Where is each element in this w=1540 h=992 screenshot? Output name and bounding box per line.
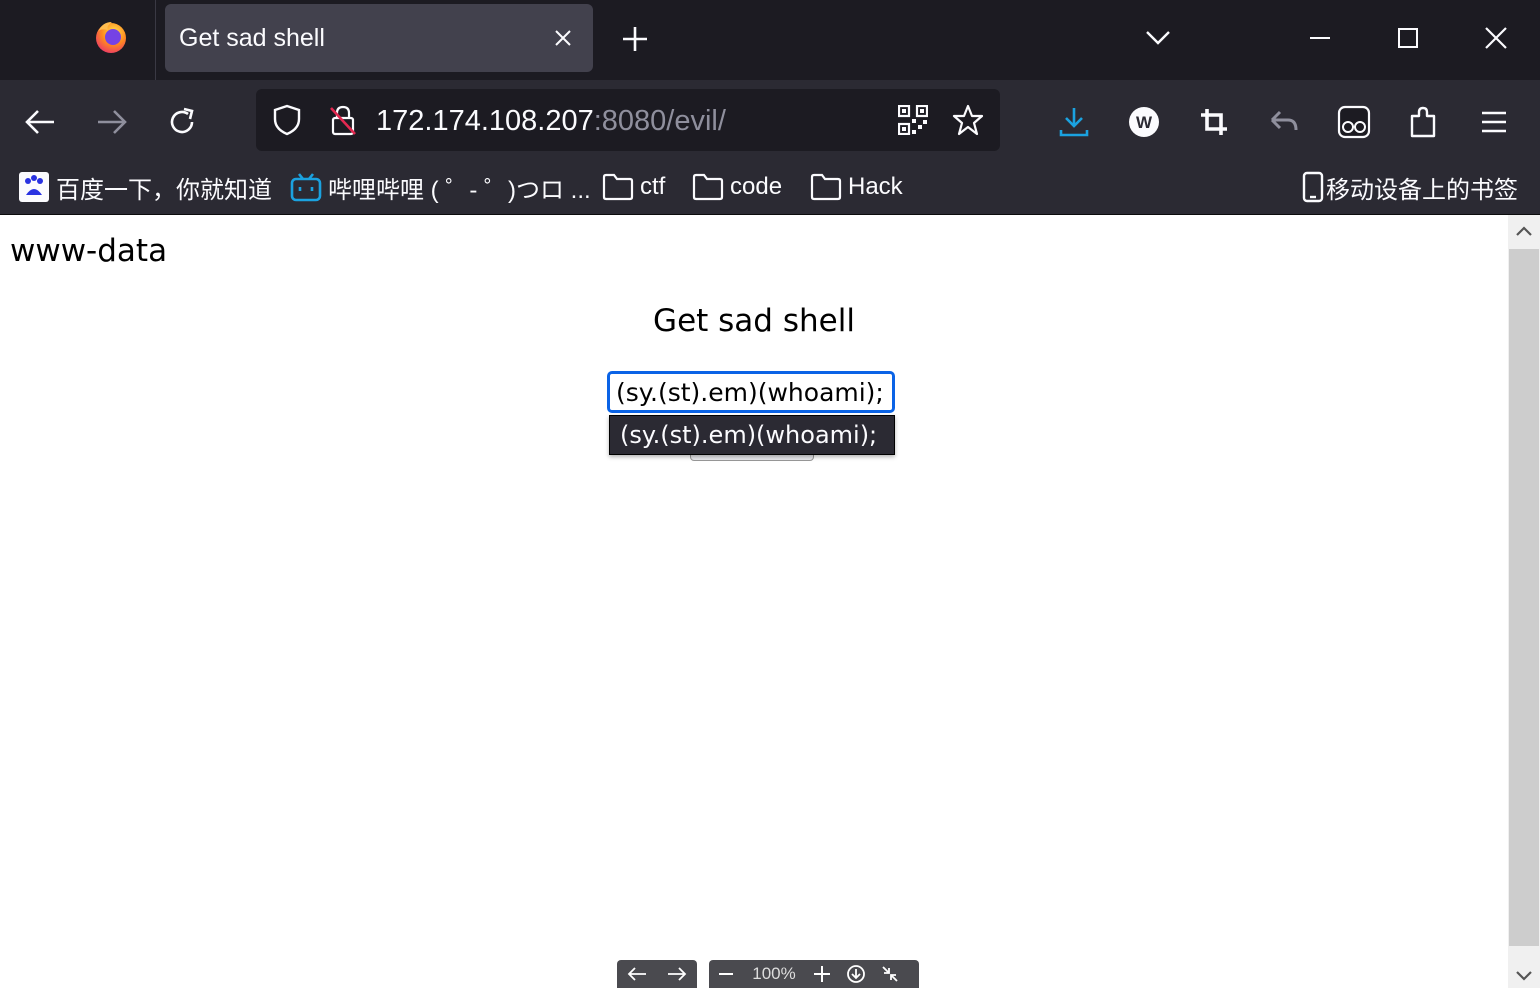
command-output: www-data	[10, 233, 168, 269]
bookmark-label: 哔哩哔哩 ( ゜- ゜)つロ ...	[328, 176, 591, 204]
folder-icon	[602, 173, 634, 201]
bookmark-folder-code[interactable]: code	[692, 170, 782, 204]
qr-code-icon[interactable]	[896, 103, 930, 137]
bookmark-label: ctf	[640, 173, 666, 200]
tab-separator	[155, 0, 156, 80]
right-arrow-icon[interactable]	[657, 960, 697, 988]
back-arrow-icon[interactable]	[20, 102, 60, 142]
extensions-puzzle-icon[interactable]	[1404, 102, 1444, 142]
autocomplete-dropdown[interactable]: (sy.(st).em)(whoami);	[609, 415, 895, 455]
crop-screenshot-icon[interactable]	[1194, 102, 1234, 142]
bookmark-label: Hack	[848, 173, 903, 200]
bookmark-mobile[interactable]: 移动设备上的书签	[1302, 170, 1518, 204]
svg-text:W: W	[1136, 113, 1153, 132]
tab-active[interactable]: Get sad shell	[165, 4, 593, 72]
zoom-toolbar: 100%	[709, 960, 919, 988]
scroll-up-arrow-icon[interactable]	[1508, 215, 1540, 247]
window-close-icon[interactable]	[1478, 20, 1514, 56]
bookmark-label: 百度一下，你就知道	[56, 176, 272, 204]
window-minimize-icon[interactable]	[1302, 20, 1338, 56]
zoom-in-plus-icon[interactable]	[805, 960, 839, 988]
tracking-protection-shield-icon[interactable]	[270, 103, 304, 137]
folder-icon	[810, 173, 842, 201]
bookmark-bilibili[interactable]: 哔哩哔哩 ( ゜- ゜)つロ ...	[290, 170, 591, 204]
zoom-out-minus-icon[interactable]	[709, 960, 743, 988]
reload-icon[interactable]	[162, 102, 202, 142]
page-heading: Get sad shell	[653, 303, 855, 339]
mobile-device-icon	[1302, 171, 1324, 203]
bookmarks-toolbar: 百度一下，你就知道 哔哩哔哩 ( ゜- ゜)つロ ... ctf code Ha…	[0, 162, 1540, 215]
command-input[interactable]	[607, 371, 895, 413]
url-text[interactable]: 172.174.108.207:8080/evil/	[376, 105, 726, 138]
page-nav-toolbar	[617, 960, 697, 988]
firefox-logo-icon[interactable]	[92, 18, 130, 56]
tab-bar: Get sad shell	[0, 0, 1540, 80]
bookmark-baidu[interactable]: 百度一下，你就知道	[18, 170, 272, 204]
collapse-arrows-icon[interactable]	[873, 960, 907, 988]
navigation-toolbar: 172.174.108.207:8080/evil/ W	[0, 80, 1540, 162]
bookmark-label: 移动设备上的书签	[1326, 176, 1518, 204]
bilibili-icon	[290, 172, 322, 202]
bookmark-star-icon[interactable]	[950, 102, 986, 138]
zoom-level: 100%	[752, 964, 796, 983]
vertical-scrollbar[interactable]	[1508, 215, 1540, 988]
scroll-down-arrow-icon[interactable]	[1508, 960, 1540, 992]
tampermonkey-extension-icon[interactable]	[1334, 102, 1374, 142]
left-arrow-icon[interactable]	[617, 960, 657, 988]
forward-arrow-icon[interactable]	[92, 102, 132, 142]
url-host: 172.174.108.207	[376, 105, 594, 137]
scrollbar-thumb[interactable]	[1509, 249, 1539, 946]
page-content: www-data Get sad shell (sy.(st).em)(whoa…	[0, 215, 1508, 988]
download-circle-icon[interactable]	[839, 960, 873, 988]
autocomplete-item[interactable]: (sy.(st).em)(whoami);	[620, 421, 877, 449]
undo-close-tab-icon[interactable]	[1264, 102, 1304, 142]
new-tab-plus-icon[interactable]	[618, 22, 652, 56]
baidu-icon	[18, 171, 50, 203]
list-tabs-chevron-down-icon[interactable]	[1142, 22, 1174, 54]
folder-icon	[692, 173, 724, 201]
bookmark-folder-hack[interactable]: Hack	[810, 170, 903, 204]
url-bar[interactable]: 172.174.108.207:8080/evil/	[256, 89, 1000, 151]
wappalyzer-extension-icon[interactable]: W	[1124, 102, 1164, 142]
url-port-path: :8080/evil/	[593, 105, 726, 137]
hamburger-menu-icon[interactable]	[1474, 102, 1514, 142]
bookmark-folder-ctf[interactable]: ctf	[602, 170, 665, 204]
tab-close-icon[interactable]	[547, 22, 579, 54]
bookmark-label: code	[730, 173, 783, 200]
tab-title: Get sad shell	[179, 24, 325, 52]
downloads-icon[interactable]	[1054, 102, 1094, 142]
window-maximize-icon[interactable]	[1390, 20, 1426, 56]
insecure-lock-icon[interactable]	[326, 103, 360, 137]
